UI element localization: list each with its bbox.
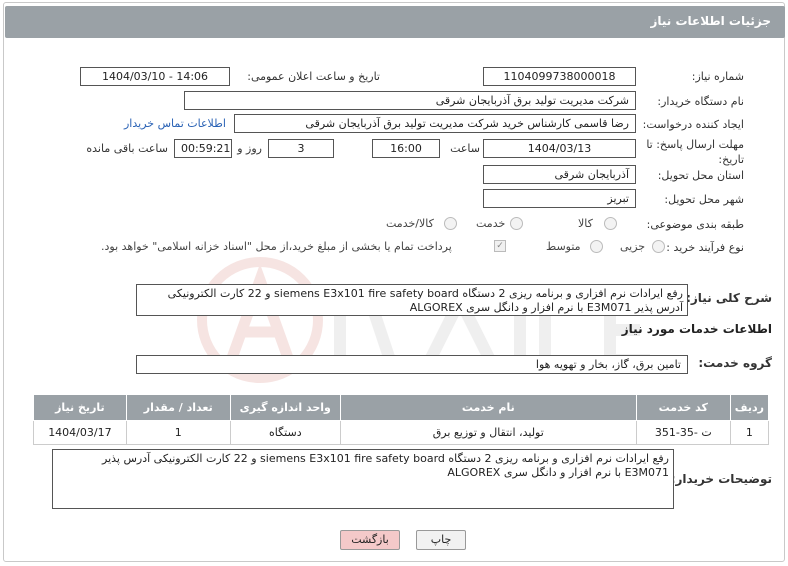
category-service-label: خدمت xyxy=(476,217,506,230)
need-number-field[interactable]: 1104099738000018 xyxy=(483,67,636,86)
cell-row: 1 xyxy=(729,420,770,445)
announce-label: تاریخ و ساعت اعلان عمومی: xyxy=(247,70,380,83)
service-group-field[interactable]: تامین برق، گاز، بخار و تهویه هوا xyxy=(136,355,688,374)
col-unit: واحد اندازه گیری xyxy=(229,394,341,421)
cell-service-code: ت -35-351 xyxy=(635,420,731,445)
treasury-payment-checkbox[interactable]: ✓ xyxy=(494,240,506,252)
cell-need-date: 1404/03/17 xyxy=(33,420,127,445)
process-minor-radio[interactable] xyxy=(652,240,665,253)
remaining-label: ساعت باقی مانده xyxy=(86,142,168,155)
process-label: نوع فرآیند خرید : xyxy=(666,241,744,254)
buyer-org-field[interactable]: شرکت مدیریت تولید برق آذربایجان شرقی xyxy=(184,91,636,110)
buyer-contact-link[interactable]: اطلاعات تماس خریدار xyxy=(124,117,226,130)
table-row: 1 ت -35-351 تولید، انتقال و توزیع برق دس… xyxy=(33,420,770,445)
col-row: ردیف xyxy=(729,394,770,421)
process-medium-radio[interactable] xyxy=(590,240,603,253)
remaining-time-field[interactable]: 00:59:21 xyxy=(174,139,232,158)
services-title: اطلاعات خدمات مورد نیاز xyxy=(621,322,772,336)
summary-text[interactable]: رفع ایرادات نرم افزاری و برنامه ریزی 2 د… xyxy=(136,284,688,316)
days-field[interactable]: 3 xyxy=(268,139,334,158)
back-button[interactable]: بازگشت xyxy=(340,530,400,550)
payment-note: پرداخت تمام یا بخشی از مبلغ خرید،از محل … xyxy=(101,240,452,253)
province-label: استان محل تحویل: xyxy=(657,169,744,182)
buyer-notes-label: توضیحات خریدار: xyxy=(670,472,772,486)
deadline-time-field[interactable]: 16:00 xyxy=(372,139,440,158)
process-medium-label: متوسط xyxy=(546,240,581,253)
province-field[interactable]: آذربایجان شرقی xyxy=(483,165,636,184)
col-service-name: نام خدمت xyxy=(339,394,637,421)
category-goods-label: کالا xyxy=(578,217,593,230)
col-service-code: کد خدمت xyxy=(635,394,731,421)
time-label: ساعت xyxy=(450,142,480,155)
col-need-date: تاریخ نیاز xyxy=(33,394,127,421)
category-service-radio[interactable] xyxy=(510,217,523,230)
buyer-notes-text[interactable]: رفع ایرادات نرم افزاری و برنامه ریزی 2 د… xyxy=(52,449,674,509)
service-group-label: گروه خدمت: xyxy=(698,356,772,370)
requester-label: ایجاد کننده درخواست: xyxy=(642,118,744,131)
deadline-label: مهلت ارسال پاسخ: تا تاریخ: xyxy=(646,138,744,166)
cell-unit: دستگاه xyxy=(229,420,341,445)
services-table-header: ردیف کد خدمت نام خدمت واحد اندازه گیری ت… xyxy=(33,394,770,421)
process-minor-label: جزیی xyxy=(620,240,646,253)
requester-field[interactable]: رضا قاسمی کارشناس خرید شرکت مدیریت تولید… xyxy=(234,114,636,133)
category-goods-service-label: کالا/خدمت xyxy=(386,217,434,230)
days-label: روز و xyxy=(237,142,262,155)
announce-date-field[interactable]: 1404/03/10 - 14:06 xyxy=(80,67,230,86)
cell-service-name: تولید، انتقال و توزیع برق xyxy=(339,420,637,445)
page-title: جزئیات اطلاعات نیاز xyxy=(5,6,785,38)
print-button[interactable]: چاپ xyxy=(416,530,466,550)
city-label: شهر محل تحویل: xyxy=(664,193,744,206)
category-goods-radio[interactable] xyxy=(604,217,617,230)
services-table: ردیف کد خدمت نام خدمت واحد اندازه گیری ت… xyxy=(33,394,770,445)
summary-label: شرح کلی نیاز: xyxy=(686,291,772,305)
deadline-date-field[interactable]: 1404/03/13 xyxy=(483,139,636,158)
category-goods-service-radio[interactable] xyxy=(444,217,457,230)
category-label: طبقه بندی موضوعی: xyxy=(646,218,744,231)
buyer-org-label: نام دستگاه خریدار: xyxy=(657,95,744,108)
need-number-label: شماره نیاز: xyxy=(691,70,744,83)
col-quantity: تعداد / مقدار xyxy=(125,394,231,421)
city-field[interactable]: تبریز xyxy=(483,189,636,208)
cell-quantity: 1 xyxy=(125,420,231,445)
